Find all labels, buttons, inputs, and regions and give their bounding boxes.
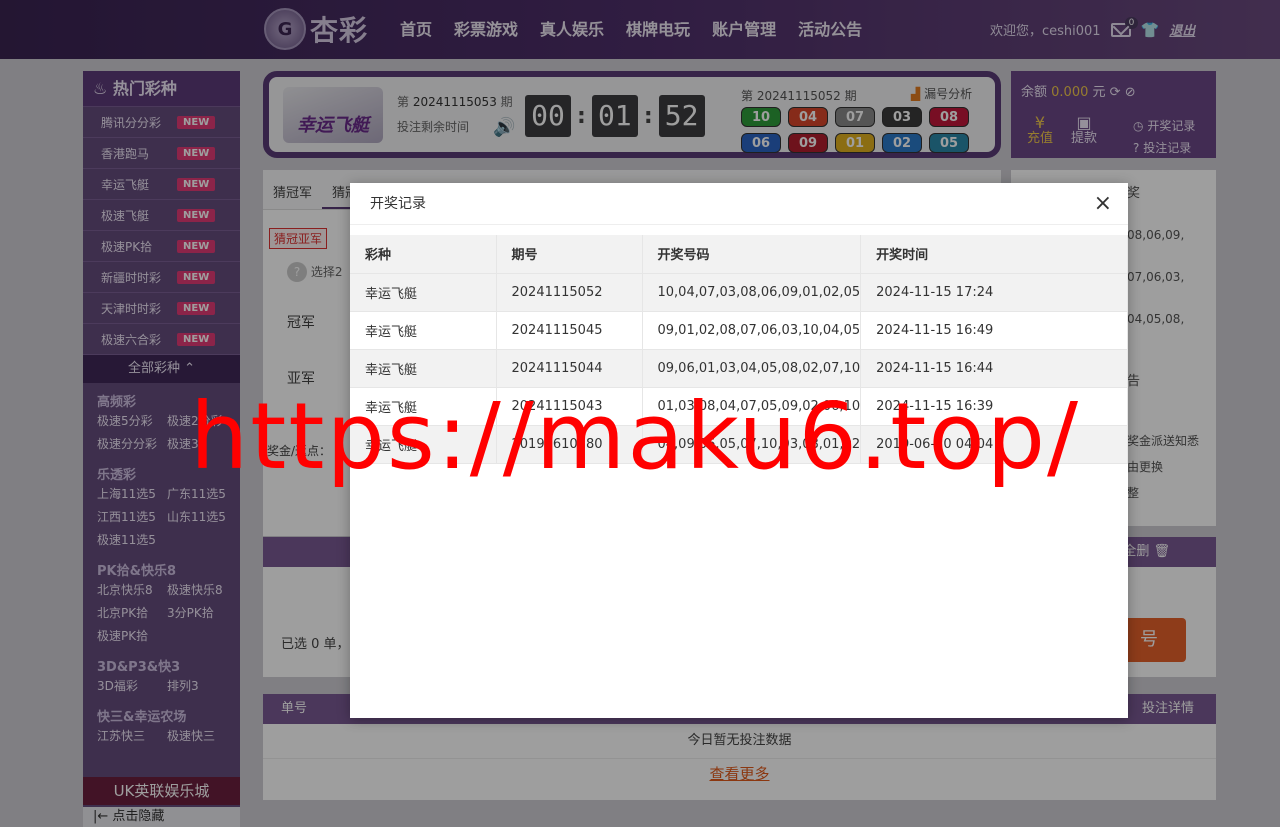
cell-numbers: 10,04,07,03,08,06,09,01,02,05 [642,273,862,312]
cell-time: 2024-11-15 17:24 [860,273,1128,312]
table-row: 幸运飞艇 20241115052 10,04,07,03,08,06,09,01,0… [350,273,1128,312]
modal-header: 开奖记录 × [350,183,1128,225]
cell-lottery: 幸运飞艇 [350,273,497,312]
cell-issue: 20241115052 [496,273,643,312]
col-numbers: 开奖号码 [642,235,862,274]
close-icon[interactable]: × [1094,183,1112,225]
col-time: 开奖时间 [860,235,1128,274]
cell-numbers: 09,01,02,08,07,06,03,10,04,05 [642,311,862,350]
col-lottery: 彩种 [350,235,497,274]
watermark-url: https://maku6.top/ [190,383,1081,490]
table-row: 幸运飞艇 20241115045 09,01,02,08,07,06,03,10,0… [350,311,1128,350]
cell-time: 2024-11-15 16:49 [860,311,1128,350]
cell-issue: 20241115045 [496,311,643,350]
cell-lottery: 幸运飞艇 [350,311,497,350]
col-issue: 期号 [496,235,643,274]
modal-title: 开奖记录 [370,196,426,212]
